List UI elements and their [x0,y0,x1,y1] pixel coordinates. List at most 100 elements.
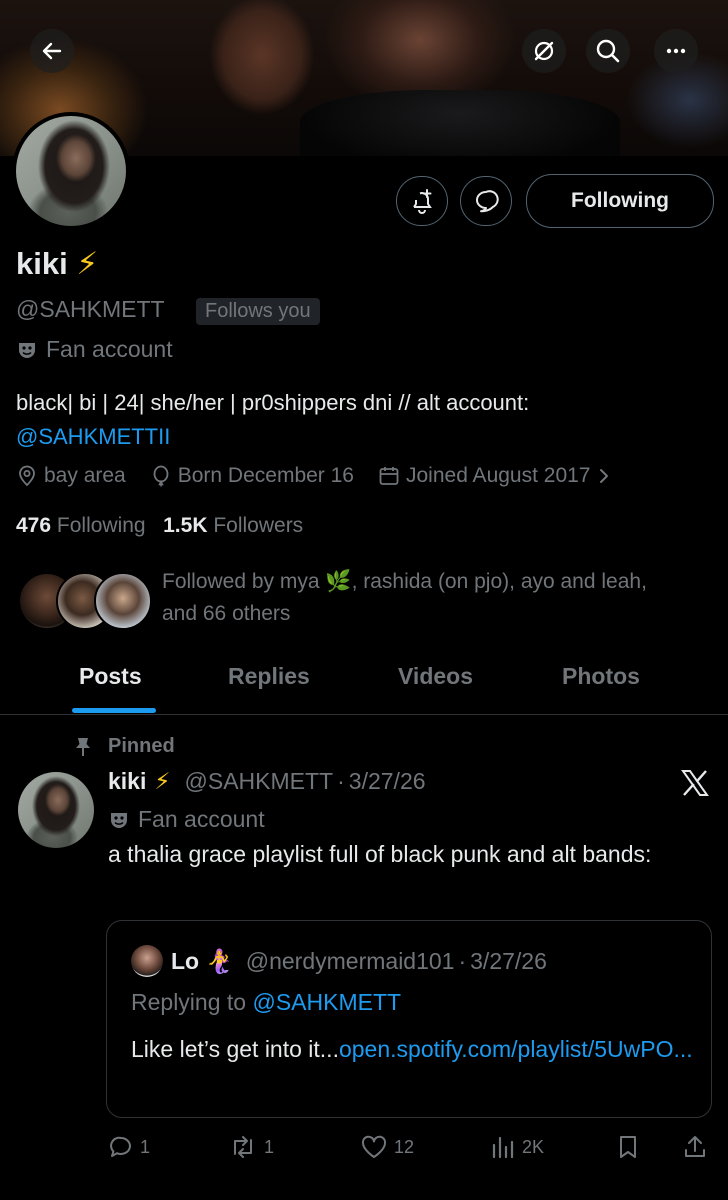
separator-dot: · [337,768,345,794]
following-count-label: Following [56,514,146,537]
followed-by-others: and 66 others [162,602,291,625]
quoted-text-body: Like let’s get into it... [131,1036,339,1062]
bio-alt-account-link[interactable]: @SAHKMETTII [16,424,170,449]
active-tab-indicator [72,708,156,713]
mermaid-emoji: 🧜‍♀️ [205,947,234,974]
post-text: a thalia grace playlist full of black pu… [108,841,652,867]
search-button[interactable] [586,29,630,73]
post-account-label: Fan account [108,806,265,833]
followers-count-link[interactable]: 1.5K Followers [163,514,303,537]
bell-plus-icon [413,189,432,214]
pinned-text: Pinned [108,735,175,757]
profile-bio: black| bi | 24| she/her | pr0shippers dn… [16,386,716,454]
display-name: kiki [16,246,68,281]
banner-photo-detail [300,90,620,156]
quoted-author-name: Lo [171,947,200,974]
following-button-label: Following [571,189,669,212]
views-button[interactable]: 2K [490,1134,544,1160]
more-button[interactable] [654,29,698,73]
birthday-text: Born December 16 [177,464,354,487]
chevron-right-icon [599,469,608,483]
bio-text: black| bi | 24| she/her | pr0shippers dn… [16,390,530,415]
post-header: kiki ⚡ @SAHKMETT · 3/27/26 [108,768,426,795]
arrow-left-icon [42,42,62,60]
joined-text: Joined August 2017 [406,464,591,487]
birthday: Born December 16 [150,464,354,488]
pin-icon [76,737,90,756]
analytics-icon [492,1136,514,1159]
message-icon [476,190,499,213]
mask-icon [111,812,127,828]
more-icon [666,48,686,54]
reply-button[interactable]: 1 [108,1134,150,1160]
quoted-post-date: 3/27/26 [470,947,547,974]
post-account-label-text: Fan account [138,806,265,832]
separator-dot: · [458,947,467,974]
following-count: 476 [16,514,52,537]
tabs-divider [0,714,728,715]
tab-videos[interactable]: Videos [398,663,473,690]
grok-icon [534,41,554,61]
repost-count: 1 [264,1136,275,1157]
replying-to-prefix: Replying to [131,989,247,1015]
like-button[interactable]: 12 [360,1134,414,1160]
tab-replies[interactable]: Replies [228,663,310,690]
tab-photos[interactable]: Photos [562,663,640,690]
pinned-label: Pinned [74,735,175,758]
replying-to: Replying to @SAHKMETT [131,989,401,1016]
x-logo [680,768,710,798]
like-count: 12 [394,1136,415,1157]
repost-icon [234,1136,252,1158]
x-logo-icon [681,770,709,796]
followed-by-text[interactable]: Followed by mya 🌿, rashida (on pjo), ayo… [162,566,722,630]
profile-tabs: Posts Replies Videos Photos [0,660,728,714]
profile-name: kiki ⚡ [16,246,98,282]
location: bay area [16,464,126,488]
post-author-name[interactable]: kiki [108,768,146,795]
share-button[interactable] [682,1134,708,1160]
lightning-emoji: ⚡ [154,768,171,794]
back-button[interactable] [30,29,74,73]
grok-button[interactable] [522,29,566,73]
follows-you-badge: Follows you [196,298,320,325]
account-label-text: Fan account [46,336,173,362]
heart-icon [361,1135,387,1158]
replying-to-handle[interactable]: @SAHKMETT [252,989,401,1015]
account-label: Fan account [16,336,173,363]
location-text: bay area [44,464,126,487]
quoted-post-header: Lo 🧜‍♀️ @nerdymermaid101 · 3/27/26 [131,945,547,977]
lightning-emoji: ⚡ [76,246,99,281]
followers-count-label: Followers [213,514,304,537]
follow-counts: 476 Following 1.5K Followers [16,514,303,538]
profile-handle: @SAHKMETT [16,296,165,322]
quoted-author-handle: @nerdymermaid101 [245,947,455,974]
joined-date[interactable]: Joined August 2017 [378,464,611,488]
repost-button[interactable]: 1 [228,1134,274,1160]
reply-icon [110,1136,131,1157]
following-button[interactable]: Following [526,174,714,228]
followed-by-avatars[interactable] [18,572,152,632]
message-button[interactable] [460,176,512,226]
search-icon [596,39,620,63]
leaf-emoji: 🌿 [325,570,352,593]
post-author-handle[interactable]: @SAHKMETT [185,768,334,795]
post-author-avatar[interactable] [18,772,94,848]
follower-avatar [94,572,152,630]
share-icon [685,1136,705,1157]
balloon-icon [153,465,169,487]
quoted-author-avatar [131,945,163,977]
profile-avatar[interactable] [12,112,130,230]
tab-posts[interactable]: Posts [79,663,142,690]
profile-meta: bay area Born December 16 Joined August … [16,464,635,488]
post-actions: 1 1 12 2K [0,1134,728,1168]
avatar-image [16,116,126,226]
bookmark-icon [620,1136,636,1158]
following-count-link[interactable]: 476 Following [16,514,146,537]
followed-by-prefix: Followed by mya [162,570,320,593]
notify-button[interactable] [396,176,448,226]
quoted-post-text: Like let’s get into it...open.spotify.co… [131,1033,701,1065]
post-date[interactable]: 3/27/26 [349,768,426,795]
quoted-post[interactable]: Lo 🧜‍♀️ @nerdymermaid101 · 3/27/26 Reply… [106,920,712,1118]
spotify-link[interactable]: open.spotify.com/playlist/5UwPO... [339,1036,693,1062]
bookmark-button[interactable] [616,1134,640,1160]
